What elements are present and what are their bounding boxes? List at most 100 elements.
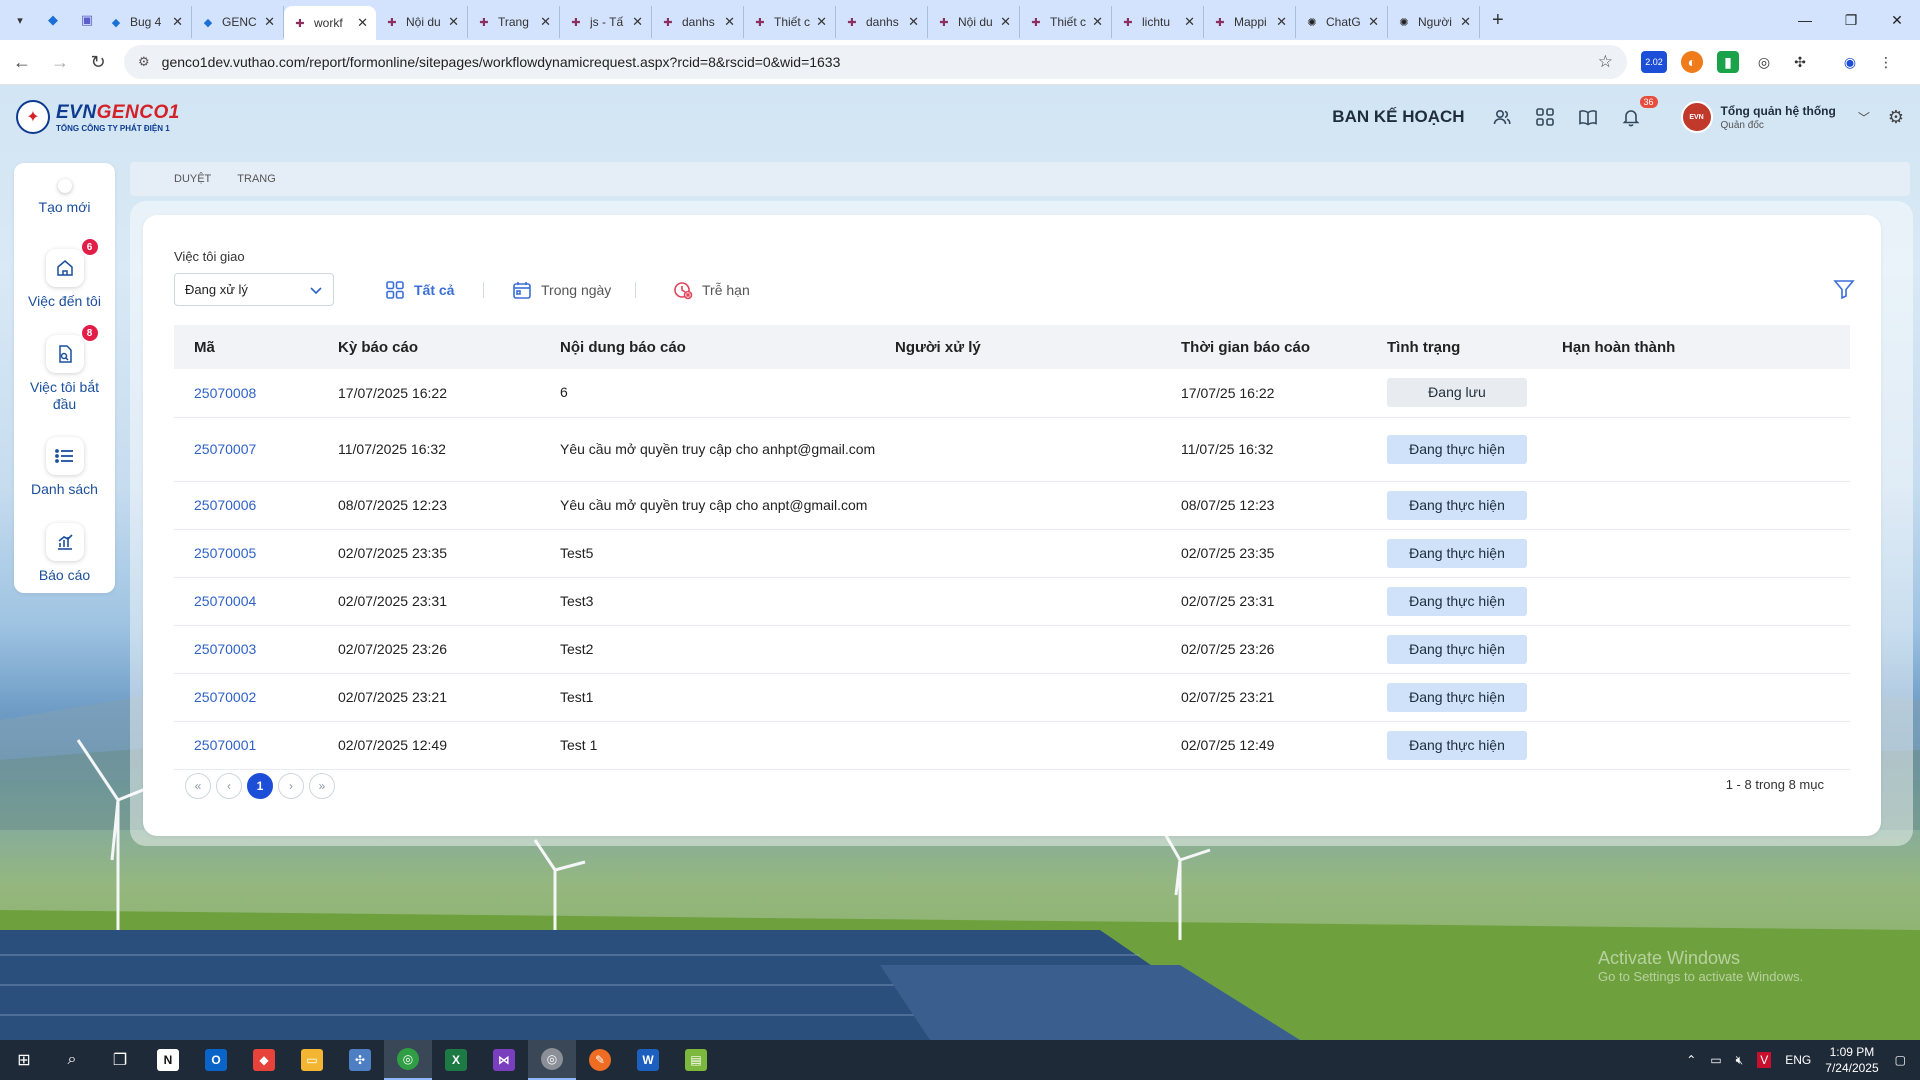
visual-studio-icon[interactable]: ⋈: [480, 1040, 528, 1080]
anydesk-icon[interactable]: ◆: [240, 1040, 288, 1080]
reload-button[interactable]: ↻: [82, 46, 114, 78]
close-tab-icon[interactable]: ✕: [1184, 14, 1195, 30]
cell-code[interactable]: 25070007: [174, 417, 338, 482]
language-indicator[interactable]: ENG: [1785, 1053, 1811, 1067]
first-page-icon[interactable]: «: [185, 773, 211, 799]
close-tab-icon[interactable]: ✕: [632, 14, 643, 30]
vietkey-icon[interactable]: V: [1757, 1052, 1772, 1068]
cell-code[interactable]: 25070003: [174, 625, 338, 674]
notification-bell-icon[interactable]: 36: [1618, 96, 1658, 130]
close-tab-icon[interactable]: ✕: [448, 14, 459, 30]
table-row[interactable]: 25070003 02/07/2025 23:26 Test2 02/07/25 23…: [174, 625, 1850, 674]
profile-icon[interactable]: ◉: [1839, 51, 1861, 73]
chrome-icon[interactable]: ◎: [384, 1040, 432, 1080]
table-row[interactable]: 25070004 02/07/2025 23:31 Test3 02/07/25 23…: [174, 577, 1850, 626]
close-tab-icon[interactable]: ✕: [357, 15, 368, 31]
close-tab-icon[interactable]: ✕: [1368, 14, 1379, 30]
back-button[interactable]: ←: [6, 46, 38, 78]
chrome-icon[interactable]: ◎: [528, 1040, 576, 1080]
network-app-icon[interactable]: ✣: [336, 1040, 384, 1080]
browser-tab[interactable]: ✚ Mappi ✕: [1204, 6, 1296, 38]
column-header-handler[interactable]: Người xử lý: [895, 325, 1181, 369]
browser-tab[interactable]: ✚ Trang ✕: [468, 6, 560, 38]
close-tab-icon[interactable]: ✕: [816, 14, 827, 30]
table-row[interactable]: 25070002 02/07/2025 23:21 Test1 02/07/25 23…: [174, 673, 1850, 722]
outlook-icon[interactable]: O: [192, 1040, 240, 1080]
close-tab-icon[interactable]: ✕: [540, 14, 551, 30]
browser-tab[interactable]: ✚ Thiết c ✕: [744, 6, 836, 38]
sidebar-item-create[interactable]: Tạo mới: [14, 179, 115, 215]
cell-code[interactable]: 25070002: [174, 673, 338, 722]
close-tab-icon[interactable]: ✕: [1276, 14, 1287, 30]
chevron-up-icon[interactable]: ⌃: [1686, 1053, 1696, 1067]
tab-today[interactable]: Trong ngày: [511, 273, 611, 306]
notification-center-icon[interactable]: ▢: [1895, 1053, 1906, 1067]
settings-gear-icon[interactable]: ⚙: [1888, 107, 1904, 128]
excel-icon[interactable]: X: [432, 1040, 480, 1080]
extension-chrome-icon[interactable]: ◎: [1753, 51, 1775, 73]
pinned-tab[interactable]: ▣: [74, 6, 100, 34]
minimize-icon[interactable]: —: [1782, 0, 1828, 40]
browser-tab[interactable]: ✚ js - Tấ ✕: [560, 6, 652, 38]
table-row[interactable]: 25070007 11/07/2025 16:32 Yêu cầu mở quyền…: [174, 417, 1850, 482]
bookmark-star-icon[interactable]: ☆: [1598, 52, 1613, 72]
browser-tab[interactable]: ✚ Nội du ✕: [376, 6, 468, 38]
table-row[interactable]: 25070006 08/07/2025 12:23 Yêu cầu mở quyền…: [174, 481, 1850, 530]
page-number-button[interactable]: 1: [247, 773, 273, 799]
browser-tab[interactable]: ✚ danhs ✕: [836, 6, 928, 38]
filter-funnel-icon[interactable]: [1833, 278, 1855, 300]
breadcrumb-item[interactable]: TRANG: [237, 173, 276, 185]
system-clock[interactable]: 1:09 PM 7/24/2025: [1825, 1044, 1878, 1076]
cell-code[interactable]: 25070008: [174, 369, 338, 418]
last-page-icon[interactable]: »: [309, 773, 335, 799]
postman-icon[interactable]: ✎: [576, 1040, 624, 1080]
sidebar-item-reports[interactable]: Báo cáo: [14, 523, 115, 583]
tab-all[interactable]: Tất cả: [384, 273, 454, 306]
cell-code[interactable]: 25070006: [174, 481, 338, 530]
forward-button[interactable]: →: [44, 46, 76, 78]
table-row[interactable]: 25070005 02/07/2025 23:35 Test5 02/07/25 23…: [174, 529, 1850, 578]
close-tab-icon[interactable]: ✕: [1460, 14, 1471, 30]
user-menu[interactable]: EVN Tổng quản hệ thống Quản đốc ﹀: [1680, 101, 1870, 133]
close-window-icon[interactable]: ✕: [1874, 0, 1920, 40]
close-tab-icon[interactable]: ✕: [724, 14, 735, 30]
task-view-icon[interactable]: ❐: [96, 1040, 144, 1080]
notion-icon[interactable]: N: [144, 1040, 192, 1080]
search-icon[interactable]: ⌕: [48, 1040, 96, 1080]
extension-badge-icon[interactable]: 2.02: [1641, 51, 1667, 73]
sidebar-item-list[interactable]: Danh sách: [14, 437, 115, 497]
volume-muted-icon[interactable]: 🔇︎: [1736, 1053, 1744, 1068]
tab-search-button[interactable]: ▾: [8, 8, 32, 32]
extension-green-icon[interactable]: ▮: [1717, 51, 1739, 73]
company-logo[interactable]: ✦ EVNGENCO1 TỔNG CÔNG TY PHÁT ĐIỆN 1: [16, 100, 180, 134]
browser-tab[interactable]: ◆ GENC ✕: [192, 6, 284, 38]
close-tab-icon[interactable]: ✕: [172, 14, 183, 30]
close-tab-icon[interactable]: ✕: [1000, 14, 1011, 30]
column-header-period[interactable]: Kỳ báo cáo: [338, 325, 560, 369]
breadcrumb-item[interactable]: DUYỆT: [174, 173, 211, 185]
close-tab-icon[interactable]: ✕: [1092, 14, 1103, 30]
browser-tab[interactable]: ◆ Bug 4 ✕: [100, 6, 192, 38]
cell-code[interactable]: 25070004: [174, 577, 338, 626]
extension-orange-icon[interactable]: ◐: [1681, 51, 1703, 73]
network-icon[interactable]: ▭: [1710, 1053, 1721, 1067]
close-tab-icon[interactable]: ✕: [264, 14, 275, 30]
browser-tab[interactable]: ✺ Người ✕: [1388, 6, 1480, 38]
close-tab-icon[interactable]: ✕: [908, 14, 919, 30]
sidebar-item-incoming[interactable]: 6 Việc đến tôi: [14, 239, 115, 309]
prev-page-icon[interactable]: ‹: [216, 773, 242, 799]
column-header-code[interactable]: Mã: [174, 325, 338, 369]
browser-tab[interactable]: ✚ Nội du ✕: [928, 6, 1020, 38]
url-field[interactable]: ⚙ genco1dev.vuthao.com/report/formonline…: [124, 45, 1627, 79]
book-icon[interactable]: [1575, 104, 1601, 130]
extensions-puzzle-icon[interactable]: ✣: [1789, 51, 1811, 73]
next-page-icon[interactable]: ›: [278, 773, 304, 799]
new-tab-button[interactable]: +: [1492, 9, 1504, 32]
file-explorer-icon[interactable]: ▭: [288, 1040, 336, 1080]
cell-code[interactable]: 25070005: [174, 529, 338, 578]
cell-code[interactable]: 25070001: [174, 721, 338, 770]
word-icon[interactable]: W: [624, 1040, 672, 1080]
windows-start-icon[interactable]: ⊞: [0, 1040, 48, 1080]
table-row[interactable]: 25070008 17/07/2025 16:22 6 17/07/25 16:22 Đ…: [174, 369, 1850, 418]
restore-icon[interactable]: ❐: [1828, 0, 1874, 40]
